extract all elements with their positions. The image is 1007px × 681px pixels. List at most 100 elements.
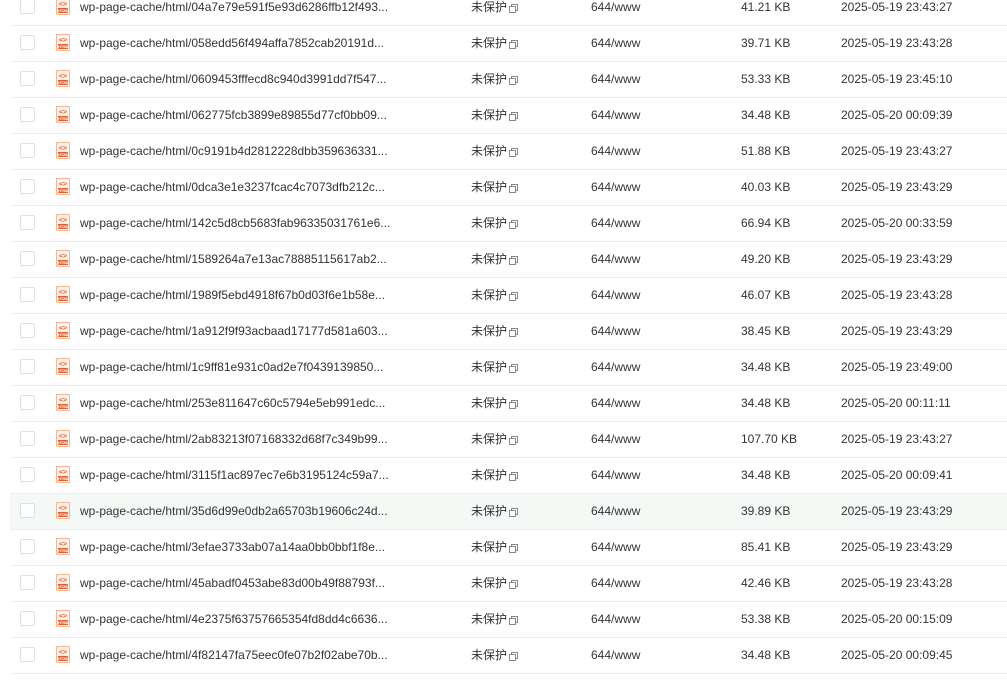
lock-icon[interactable]	[509, 256, 519, 265]
row-checkbox[interactable]	[20, 431, 35, 446]
lock-icon[interactable]	[509, 76, 519, 85]
file-name[interactable]: wp-page-cache/html/04a7e79e591f5e93d6286…	[80, 0, 460, 25]
file-name[interactable]: wp-page-cache/html/3efae3733ab07a14aa0bb…	[80, 530, 460, 565]
permission-owner[interactable]: 644/www	[591, 530, 691, 565]
protect-status[interactable]: 未保护	[471, 386, 541, 421]
file-name[interactable]: wp-page-cache/html/4f82147fa75eec0fe07b2…	[80, 638, 460, 673]
permission-owner[interactable]: 644/www	[591, 422, 691, 457]
file-name[interactable]: wp-page-cache/html/0609453fffecd8c940d39…	[80, 62, 460, 97]
lock-icon[interactable]	[509, 580, 519, 589]
lock-icon[interactable]	[509, 508, 519, 517]
protect-status[interactable]: 未保护	[471, 458, 541, 493]
protect-status[interactable]: 未保护	[471, 26, 541, 61]
permission-owner[interactable]: 644/www	[591, 98, 691, 133]
row-checkbox[interactable]	[20, 35, 35, 50]
protect-status[interactable]: 未保护	[471, 530, 541, 565]
table-row[interactable]: <> HTML wp-page-cache/html/1a912f9f93acb…	[10, 314, 1007, 350]
file-name[interactable]: wp-page-cache/html/0dca3e1e3237fcac4c707…	[80, 170, 460, 205]
table-row[interactable]: <> HTML wp-page-cache/html/2ab83213f0716…	[10, 422, 1007, 458]
row-checkbox[interactable]	[20, 287, 35, 302]
lock-icon[interactable]	[509, 112, 519, 121]
permission-owner[interactable]: 644/www	[591, 170, 691, 205]
lock-icon[interactable]	[509, 616, 519, 625]
protect-status[interactable]: 未保护	[471, 242, 541, 277]
table-row[interactable]: <> HTML wp-page-cache/html/1989f5ebd4918…	[10, 278, 1007, 314]
row-checkbox[interactable]	[20, 0, 35, 14]
permission-owner[interactable]: 644/www	[591, 494, 691, 529]
table-row[interactable]: <> HTML wp-page-cache/html/04a7e79e591f5…	[10, 0, 1007, 26]
lock-icon[interactable]	[509, 652, 519, 661]
lock-icon[interactable]	[509, 544, 519, 553]
protect-status[interactable]: 未保护	[471, 0, 541, 25]
table-row[interactable]: <> HTML wp-page-cache/html/0609453fffecd…	[10, 62, 1007, 98]
row-checkbox[interactable]	[20, 251, 35, 266]
table-row[interactable]: <> HTML wp-page-cache/html/4e2375f637576…	[10, 602, 1007, 638]
file-name[interactable]: wp-page-cache/html/1c9ff81e931c0ad2e7f04…	[80, 350, 460, 385]
protect-status[interactable]: 未保护	[471, 134, 541, 169]
table-row[interactable]: <> HTML wp-page-cache/html/062775fcb3899…	[10, 98, 1007, 134]
permission-owner[interactable]: 644/www	[591, 134, 691, 169]
row-checkbox[interactable]	[20, 395, 35, 410]
table-row[interactable]: <> HTML wp-page-cache/html/253e811647c60…	[10, 386, 1007, 422]
file-name[interactable]: wp-page-cache/html/45abadf0453abe83d00b4…	[80, 566, 460, 601]
lock-icon[interactable]	[509, 184, 519, 193]
table-row[interactable]: <> HTML wp-page-cache/html/4f82147fa75ee…	[10, 638, 1007, 674]
protect-status[interactable]: 未保护	[471, 422, 541, 457]
permission-owner[interactable]: 644/www	[591, 458, 691, 493]
file-name[interactable]: wp-page-cache/html/142c5d8cb5683fab96335…	[80, 206, 460, 241]
table-row[interactable]: <> HTML wp-page-cache/html/1589264a7e13a…	[10, 242, 1007, 278]
file-name[interactable]: wp-page-cache/html/1589264a7e13ac7888511…	[80, 242, 460, 277]
protect-status[interactable]: 未保护	[471, 638, 541, 673]
permission-owner[interactable]: 644/www	[591, 26, 691, 61]
lock-icon[interactable]	[509, 292, 519, 301]
lock-icon[interactable]	[509, 436, 519, 445]
row-checkbox[interactable]	[20, 503, 35, 518]
row-checkbox[interactable]	[20, 323, 35, 338]
table-row[interactable]: <> HTML wp-page-cache/html/142c5d8cb5683…	[10, 206, 1007, 242]
table-row[interactable]: <> HTML wp-page-cache/html/3efae3733ab07…	[10, 530, 1007, 566]
permission-owner[interactable]: 644/www	[591, 62, 691, 97]
protect-status[interactable]: 未保护	[471, 98, 541, 133]
file-name[interactable]: wp-page-cache/html/0c9191b4d2812228dbb35…	[80, 134, 460, 169]
protect-status[interactable]: 未保护	[471, 350, 541, 385]
lock-icon[interactable]	[509, 400, 519, 409]
lock-icon[interactable]	[509, 40, 519, 49]
row-checkbox[interactable]	[20, 107, 35, 122]
permission-owner[interactable]: 644/www	[591, 602, 691, 637]
file-name[interactable]: wp-page-cache/html/1a912f9f93acbaad17177…	[80, 314, 460, 349]
row-checkbox[interactable]	[20, 179, 35, 194]
table-row[interactable]: <> HTML wp-page-cache/html/0dca3e1e3237f…	[10, 170, 1007, 206]
permission-owner[interactable]: 644/www	[591, 206, 691, 241]
permission-owner[interactable]: 644/www	[591, 386, 691, 421]
protect-status[interactable]: 未保护	[471, 566, 541, 601]
table-row[interactable]: <> HTML wp-page-cache/html/058edd56f494a…	[10, 26, 1007, 62]
permission-owner[interactable]: 644/www	[591, 638, 691, 673]
row-checkbox[interactable]	[20, 539, 35, 554]
row-checkbox[interactable]	[20, 647, 35, 662]
protect-status[interactable]: 未保护	[471, 170, 541, 205]
row-checkbox[interactable]	[20, 575, 35, 590]
lock-icon[interactable]	[509, 472, 519, 481]
lock-icon[interactable]	[509, 148, 519, 157]
permission-owner[interactable]: 644/www	[591, 242, 691, 277]
table-row[interactable]: <> HTML wp-page-cache/html/0c9191b4d2812…	[10, 134, 1007, 170]
protect-status[interactable]: 未保护	[471, 206, 541, 241]
protect-status[interactable]: 未保护	[471, 62, 541, 97]
permission-owner[interactable]: 644/www	[591, 0, 691, 25]
table-row[interactable]: <> HTML wp-page-cache/html/35d6d99e0db2a…	[10, 494, 1007, 530]
protect-status[interactable]: 未保护	[471, 278, 541, 313]
table-row[interactable]: <> HTML wp-page-cache/html/1c9ff81e931c0…	[10, 350, 1007, 386]
permission-owner[interactable]: 644/www	[591, 314, 691, 349]
lock-icon[interactable]	[509, 4, 519, 13]
row-checkbox[interactable]	[20, 611, 35, 626]
file-name[interactable]: wp-page-cache/html/4e2375f63757665354fd8…	[80, 602, 460, 637]
file-name[interactable]: wp-page-cache/html/062775fcb3899e89855d7…	[80, 98, 460, 133]
lock-icon[interactable]	[509, 328, 519, 337]
file-name[interactable]: wp-page-cache/html/058edd56f494affa7852c…	[80, 26, 460, 61]
row-checkbox[interactable]	[20, 215, 35, 230]
row-checkbox[interactable]	[20, 71, 35, 86]
row-checkbox[interactable]	[20, 467, 35, 482]
lock-icon[interactable]	[509, 220, 519, 229]
row-checkbox[interactable]	[20, 143, 35, 158]
protect-status[interactable]: 未保护	[471, 602, 541, 637]
